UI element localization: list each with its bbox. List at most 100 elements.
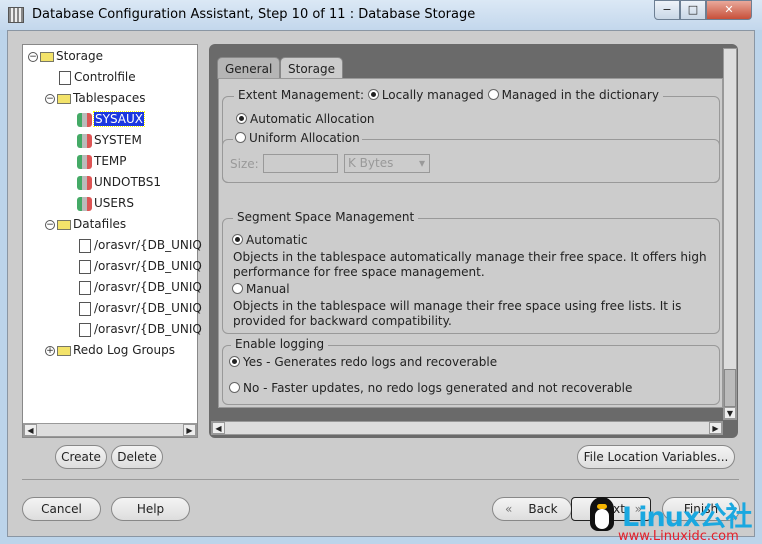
radio-label: Automatic Allocation [250, 112, 375, 126]
tree-node-controlfile[interactable]: Controlfile [59, 68, 136, 86]
segment-automatic-radio[interactable]: Automatic [232, 233, 308, 247]
node-label: Redo Log Groups [73, 343, 175, 357]
size-unit-select[interactable]: K Bytes ▾ [344, 154, 430, 173]
radio-label: Automatic [246, 233, 308, 247]
size-label: Size: [230, 157, 259, 171]
segment-space-legend: Segment Space Management [233, 210, 419, 224]
tree-node-tablespace[interactable]: UNDOTBS1 [77, 173, 161, 191]
tree-node-tablespace[interactable]: SYSAUX [77, 110, 145, 128]
radio-label: Uniform Allocation [249, 131, 360, 145]
node-label: /orasvr/{DB_UNIQ [94, 259, 202, 273]
title-bar: Database Configuration Assistant, Step 1… [0, 0, 762, 30]
storage-tree[interactable]: − Storage Controlfile − Tablespaces SYSAUX… [22, 44, 202, 438]
size-input[interactable] [263, 154, 338, 173]
tree-node-datafile[interactable]: /orasvr/{DB_UNIQ [79, 257, 202, 275]
chevron-down-icon: ▾ [418, 156, 425, 170]
node-label: SYSTEM [94, 133, 142, 147]
maximize-button[interactable]: □ [680, 0, 706, 20]
node-label: /orasvr/{DB_UNIQ [94, 238, 202, 252]
scroll-down-icon[interactable]: ▼ [724, 407, 736, 419]
tree-node-storage[interactable]: − Storage [28, 47, 103, 65]
tux-penguin-icon [590, 497, 614, 531]
automatic-description: performance for free space management. [233, 265, 485, 279]
close-button[interactable]: ✕ [706, 0, 752, 20]
dictionary-managed-radio[interactable]: Managed in the dictionary [487, 88, 659, 102]
expand-icon[interactable]: + [45, 345, 55, 356]
logging-group [222, 345, 720, 405]
node-label: TEMP [94, 154, 127, 168]
tree-node-tablespace[interactable]: USERS [77, 194, 134, 212]
radio-label: Yes - Generates redo logs and recoverabl… [243, 355, 498, 369]
folder-icon [40, 51, 54, 62]
locally-managed-radio[interactable]: Locally managed [367, 88, 484, 102]
node-label: /orasvr/{DB_UNIQ [94, 280, 202, 294]
folder-icon [57, 93, 71, 104]
file-icon [79, 238, 91, 253]
create-button[interactable]: Create [55, 445, 107, 469]
radio-icon [229, 382, 240, 393]
delete-button[interactable]: Delete [111, 445, 163, 469]
tree-horizontal-scrollbar[interactable]: ◀ ▶ [23, 423, 197, 437]
collapse-icon[interactable]: − [28, 51, 38, 62]
radio-label: No - Faster updates, no redo logs genera… [243, 381, 633, 395]
radio-label: Locally managed [381, 88, 484, 102]
tab-storage[interactable]: Storage [280, 57, 343, 80]
content-horizontal-scrollbar[interactable]: ◀ ▶ [211, 421, 723, 435]
scroll-right-icon[interactable]: ▶ [183, 424, 196, 436]
segment-manual-radio[interactable]: Manual [232, 282, 290, 296]
node-label: Tablespaces [73, 91, 146, 105]
content-vertical-scrollbar[interactable]: ▼ [723, 48, 737, 420]
window-title: Database Configuration Assistant, Step 1… [32, 7, 476, 22]
tree-node-redo-log-groups[interactable]: + Redo Log Groups [45, 341, 175, 359]
node-label: Storage [56, 49, 103, 63]
chevron-left-icon: « [505, 502, 513, 516]
tree-node-datafile[interactable]: /orasvr/{DB_UNIQ [79, 320, 202, 338]
tree-node-tablespace[interactable]: TEMP [77, 152, 127, 170]
linuxidc-watermark: Linux公社 www.Linuxidc.com [588, 495, 762, 544]
watermark-url: www.Linuxidc.com [618, 529, 739, 544]
scroll-right-icon[interactable]: ▶ [709, 422, 722, 434]
scroll-left-icon[interactable]: ◀ [212, 422, 225, 434]
back-button[interactable]: « Back [492, 497, 572, 521]
radio-icon [232, 283, 243, 294]
tree-node-datafiles[interactable]: − Datafiles [45, 215, 126, 233]
tablespace-icon [77, 154, 92, 169]
file-icon [79, 259, 91, 274]
help-button[interactable]: Help [111, 497, 190, 521]
tree-node-tablespaces[interactable]: − Tablespaces [45, 89, 146, 107]
automatic-allocation-radio[interactable]: Automatic Allocation [236, 112, 375, 126]
logging-yes-radio[interactable]: Yes - Generates redo logs and recoverabl… [229, 355, 497, 369]
controlfile-icon [59, 70, 71, 85]
collapse-icon[interactable]: − [45, 93, 55, 104]
scroll-left-icon[interactable]: ◀ [24, 424, 37, 436]
tree-node-datafile[interactable]: /orasvr/{DB_UNIQ [79, 299, 202, 317]
folder-icon [57, 345, 71, 356]
node-label: SYSAUX [93, 111, 145, 127]
radio-label: Managed in the dictionary [501, 88, 659, 102]
tree-node-datafile[interactable]: /orasvr/{DB_UNIQ [79, 278, 202, 296]
cancel-button[interactable]: Cancel [22, 497, 101, 521]
node-label: /orasvr/{DB_UNIQ [94, 322, 202, 336]
automatic-description: Objects in the tablespace automatically … [233, 250, 707, 264]
tablespace-icon [77, 196, 92, 211]
button-label: Back [528, 502, 558, 516]
extent-management-row: Extent Management: Locally managed Manag… [234, 88, 663, 102]
tablespace-icon [77, 175, 92, 190]
radio-icon [232, 234, 243, 245]
folder-icon [57, 219, 71, 230]
scroll-thumb[interactable] [724, 369, 736, 407]
tab-general[interactable]: General [217, 57, 281, 79]
logging-no-radio[interactable]: No - Faster updates, no redo logs genera… [229, 381, 632, 395]
manual-description: Objects in the tablespace will manage th… [233, 299, 682, 313]
uniform-allocation-radio[interactable]: Uniform Allocation [233, 131, 362, 145]
file-location-variables-button[interactable]: File Location Variables... [577, 445, 735, 469]
file-icon [79, 301, 91, 316]
separator [22, 479, 739, 480]
tablespace-icon [77, 133, 92, 148]
tree-node-tablespace[interactable]: SYSTEM [77, 131, 142, 149]
storage-tab-content: Extent Management: Locally managed Manag… [218, 78, 723, 408]
minimize-button[interactable]: − [654, 0, 680, 20]
node-label: Controlfile [74, 70, 136, 84]
collapse-icon[interactable]: − [45, 219, 55, 230]
tree-node-datafile[interactable]: /orasvr/{DB_UNIQ [79, 236, 202, 254]
